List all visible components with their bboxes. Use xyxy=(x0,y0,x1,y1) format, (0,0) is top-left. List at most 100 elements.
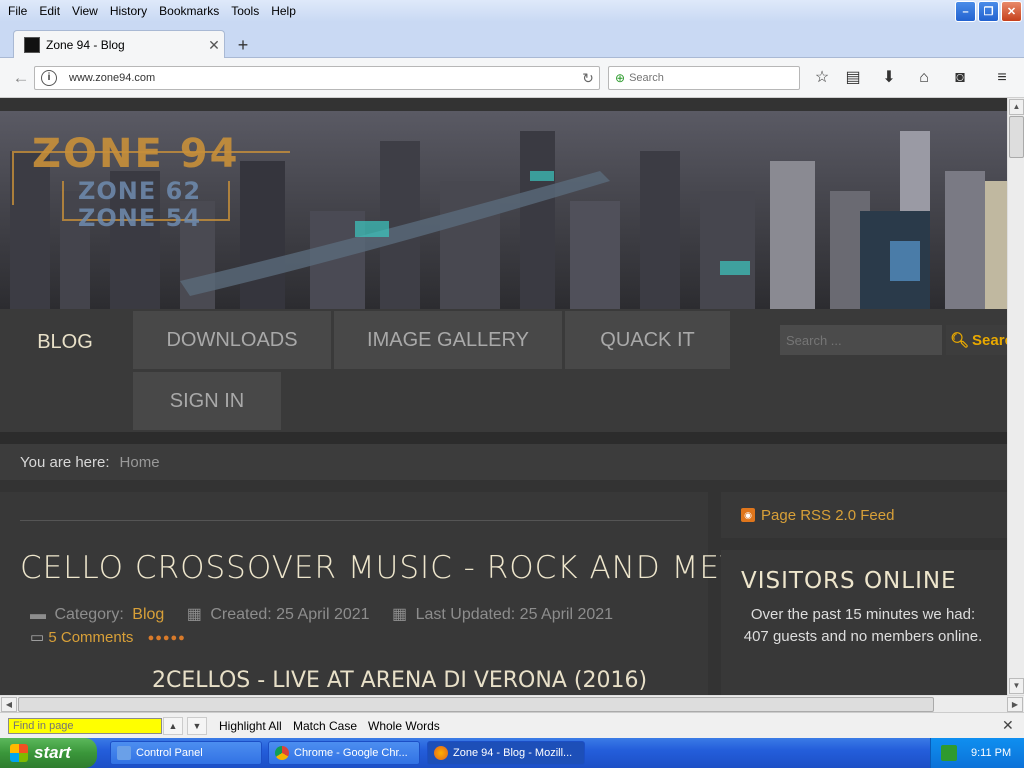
site-search-button[interactable]: 🔍︎ Search xyxy=(946,325,1007,355)
url-text[interactable]: www.zone94.com xyxy=(69,72,577,84)
scroll-up-icon[interactable]: ▲ xyxy=(1009,99,1024,115)
find-input[interactable] xyxy=(8,718,162,734)
home-icon[interactable]: ⌂ xyxy=(914,68,934,88)
menu-bookmarks[interactable]: Bookmarks xyxy=(153,4,225,18)
network-icon[interactable] xyxy=(941,745,957,761)
search-engine-icon[interactable]: ⊕ xyxy=(615,71,625,85)
site-logo[interactable]: ZONE 94 xyxy=(32,131,239,177)
site-logo-sub-2: ZONE 54 xyxy=(78,204,202,232)
menu-bar: File Edit View History Bookmarks Tools H… xyxy=(0,0,1024,22)
browser-search-input[interactable] xyxy=(629,72,790,84)
task-chrome[interactable]: Chrome - Google Chr... xyxy=(268,741,420,765)
minimize-button[interactable]: – xyxy=(955,1,976,22)
bookmark-star-icon[interactable]: ☆ xyxy=(812,68,832,88)
menu-help[interactable]: Help xyxy=(265,4,302,18)
article-meta: ▬ Category: Blog ▦ Created: 25 April 202… xyxy=(30,604,617,624)
scroll-down-icon[interactable]: ▼ xyxy=(1009,678,1024,694)
folder-icon: ▬ xyxy=(30,606,46,623)
site-search-button-label: Search xyxy=(972,331,1007,349)
comment-icon: ▭ xyxy=(30,629,45,646)
find-next-icon[interactable]: ▼ xyxy=(187,717,207,735)
close-window-button[interactable]: ✕ xyxy=(1001,1,1022,22)
category-label: Category: xyxy=(54,606,124,623)
created-date: Created: 25 April 2021 xyxy=(210,606,370,623)
breadcrumb: You are here: Home xyxy=(0,444,1007,480)
nav-downloads[interactable]: DOWNLOADS xyxy=(133,311,331,369)
reload-icon[interactable]: ↻ xyxy=(577,70,599,87)
nav-blog[interactable]: BLOG xyxy=(0,313,130,371)
task-control-panel[interactable]: Control Panel xyxy=(110,741,262,765)
task-label: Control Panel xyxy=(136,747,203,759)
task-firefox[interactable]: Zone 94 - Blog - Mozill... xyxy=(427,741,585,765)
start-button[interactable]: start xyxy=(0,738,97,768)
task-label: Chrome - Google Chr... xyxy=(294,747,408,759)
divider xyxy=(0,432,1007,444)
control-panel-icon xyxy=(117,746,131,760)
pocket-icon[interactable]: ◙ xyxy=(950,68,970,88)
browser-search-bar[interactable]: ⊕ xyxy=(608,66,800,90)
clock: 9:11 PM xyxy=(971,747,1012,759)
highlight-all-button[interactable]: Highlight All xyxy=(219,719,282,733)
magnifier-icon: 🔍︎ xyxy=(950,332,970,349)
tab-zone94[interactable]: Zone 94 - Blog ✕ xyxy=(13,30,225,59)
restore-button[interactable]: ❐ xyxy=(978,1,999,22)
breadcrumb-home[interactable]: Home xyxy=(120,454,160,471)
rating-stars-icon[interactable]: ●●●●● xyxy=(148,632,186,644)
visitors-title: VISITORS ONLINE xyxy=(741,568,957,594)
firefox-icon xyxy=(434,746,448,760)
info-icon[interactable]: i xyxy=(41,70,57,86)
whole-words-button[interactable]: Whole Words xyxy=(368,719,440,733)
nav-quack-it[interactable]: QUACK IT xyxy=(565,311,730,369)
calendar-icon: ▦ xyxy=(186,606,202,623)
back-arrow-icon[interactable]: ← xyxy=(10,67,32,89)
match-case-button[interactable]: Match Case xyxy=(293,719,357,733)
video-heading: 2CELLOS - LIVE AT ARENA DI VERONA (2016) xyxy=(152,668,648,693)
category-link[interactable]: Blog xyxy=(132,606,164,623)
downloads-icon[interactable]: ⬇ xyxy=(879,68,899,88)
nav-sign-in[interactable]: SIGN IN xyxy=(133,372,281,430)
calendar-updated-icon: ▦ xyxy=(392,606,408,623)
article-title: CELLO CROSSOVER MUSIC - ROCK AND METAL xyxy=(20,550,778,586)
rss-link[interactable]: Page RSS 2.0 Feed xyxy=(761,507,894,524)
site-banner: ZONE 94 ZONE 62 ZONE 54 xyxy=(0,111,1007,309)
window-controls: – ❐ ✕ xyxy=(955,1,1022,22)
vertical-scrollbar[interactable]: ▲ ▼ xyxy=(1007,98,1024,695)
site-favicon-icon xyxy=(24,37,40,53)
updated-date: Last Updated: 25 April 2021 xyxy=(415,606,614,623)
new-tab-icon[interactable]: + xyxy=(233,35,253,56)
article: CELLO CROSSOVER MUSIC - ROCK AND METAL ▬… xyxy=(0,492,777,695)
reading-list-icon[interactable]: ▤ xyxy=(843,68,863,88)
comments-row: ▭ 5 Comments ●●●●● xyxy=(30,628,186,646)
vertical-scroll-thumb[interactable] xyxy=(1009,116,1024,158)
nav-image-gallery[interactable]: IMAGE GALLERY xyxy=(334,311,562,369)
page-viewport: ZONE 94 ZONE 62 ZONE 54 BLOG DOWNLOADS I… xyxy=(0,98,1007,695)
comments-link[interactable]: 5 Comments xyxy=(48,629,133,646)
menu-view[interactable]: View xyxy=(66,4,104,18)
tab-strip: Zone 94 - Blog ✕ + xyxy=(0,22,1024,59)
navigation-toolbar: ← i www.zone94.com ↻ ⊕ ☆ ▤ ⬇ ⌂ ◙ ≡ xyxy=(0,58,1024,98)
horizontal-scroll-thumb[interactable] xyxy=(18,697,934,712)
menu-tools[interactable]: Tools xyxy=(225,4,265,18)
menu-edit[interactable]: Edit xyxy=(33,4,66,18)
horizontal-scrollbar[interactable]: ◀ ▶ xyxy=(0,695,1024,712)
taskbar: start Control Panel Chrome - Google Chr.… xyxy=(0,738,1024,768)
menu-file[interactable]: File xyxy=(2,4,33,18)
scroll-left-icon[interactable]: ◀ xyxy=(1,697,17,712)
find-bar: ▲ ▼ Highlight All Match Case Whole Words… xyxy=(0,712,1024,738)
system-tray: 9:11 PM xyxy=(930,738,1024,768)
find-close-icon[interactable]: ✕ xyxy=(1002,717,1014,734)
rss-icon: ◉ xyxy=(741,508,755,522)
task-label: Zone 94 - Blog - Mozill... xyxy=(453,747,573,759)
scroll-right-icon[interactable]: ▶ xyxy=(1007,697,1023,712)
find-previous-icon[interactable]: ▲ xyxy=(163,717,183,735)
visitors-text: Over the past 15 minutes we had: 407 gue… xyxy=(743,606,983,645)
hamburger-menu-icon[interactable]: ≡ xyxy=(992,68,1012,88)
site-logo-sub-1: ZONE 62 xyxy=(78,177,202,205)
menu-history[interactable]: History xyxy=(104,4,153,18)
site-search-input[interactable] xyxy=(780,325,942,355)
tab-close-icon[interactable]: ✕ xyxy=(204,37,224,54)
visitors-module: VISITORS ONLINE Over the past 15 minutes… xyxy=(721,550,1007,695)
windows-logo-icon xyxy=(10,744,28,762)
article-divider xyxy=(20,520,690,521)
url-bar[interactable]: i www.zone94.com ↻ xyxy=(34,66,600,90)
